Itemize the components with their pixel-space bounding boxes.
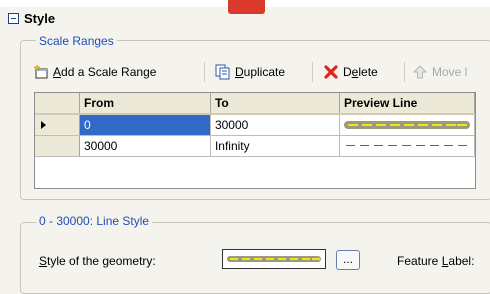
current-row-arrow-icon xyxy=(41,121,46,129)
add-scale-range-label: dd a Scale Range xyxy=(61,65,157,79)
add-scale-range-button[interactable]: Add a Scale Range xyxy=(33,63,156,81)
move-up-button[interactable]: Move l xyxy=(412,63,467,81)
grid-corner-cell xyxy=(35,93,80,115)
geometry-style-preview[interactable] xyxy=(222,249,326,269)
scale-range-table: From To Preview Line 0 30000 30000 Infin… xyxy=(35,93,475,157)
column-header-preview-line[interactable]: Preview Line xyxy=(339,93,475,115)
section-title: Style xyxy=(24,11,56,26)
duplicate-icon xyxy=(215,64,230,80)
add-scale-range-mnemonic: A xyxy=(53,65,62,79)
table-row[interactable]: 0 30000 xyxy=(35,114,475,136)
geometry-style-label-text: tyle of the geometry: xyxy=(47,254,156,268)
line-style-legend: 0 - 30000: Line Style xyxy=(36,214,153,228)
geometry-style-mnemonic: S xyxy=(39,254,48,268)
row-selector-current[interactable] xyxy=(35,114,80,136)
from-cell[interactable]: 0 xyxy=(79,114,211,136)
duplicate-button[interactable]: Duplicate xyxy=(215,63,285,81)
geometry-line-swatch xyxy=(227,256,321,262)
collapse-icon[interactable] xyxy=(8,13,19,24)
to-cell[interactable]: 30000 xyxy=(210,114,340,136)
feature-label-label: Feature Label: xyxy=(397,254,474,268)
column-header-to[interactable]: To xyxy=(210,93,340,115)
grid-header-row: From To Preview Line xyxy=(35,93,475,115)
toolbar-separator xyxy=(312,62,313,82)
line-preview-green-dashed xyxy=(344,145,470,147)
table-row[interactable]: 30000 Infinity xyxy=(35,135,475,157)
add-scale-range-icon xyxy=(33,64,48,79)
edit-geometry-style-button[interactable]: ... xyxy=(336,250,360,270)
scale-ranges-legend: Scale Ranges xyxy=(36,34,117,48)
toolbar-separator xyxy=(404,62,405,82)
toolbar-separator xyxy=(204,62,205,82)
preview-line-cell xyxy=(339,135,475,157)
from-cell[interactable]: 30000 xyxy=(79,135,211,157)
delete-button[interactable]: Delete xyxy=(323,63,378,81)
line-preview-yellow-dashed xyxy=(343,121,470,129)
preview-line-cell xyxy=(339,114,475,136)
scale-range-grid[interactable]: From To Preview Line 0 30000 30000 Infin… xyxy=(34,92,476,189)
move-up-label: Move l xyxy=(432,65,468,79)
duplicate-label: uplicate xyxy=(243,65,286,79)
style-section-header: Style xyxy=(6,10,490,28)
column-header-from[interactable]: From xyxy=(79,93,211,115)
row-selector[interactable] xyxy=(35,135,80,157)
delete-x-icon xyxy=(324,65,338,79)
to-cell[interactable]: Infinity xyxy=(210,135,340,157)
geometry-style-label: Style of the geometry: xyxy=(39,254,156,268)
feature-label-text-start: Feature xyxy=(397,254,442,268)
feature-label-text-end: abel: xyxy=(448,254,475,268)
duplicate-mnemonic: D xyxy=(235,65,244,79)
up-arrow-icon xyxy=(412,65,428,79)
delete-label-start: D xyxy=(343,65,352,79)
delete-label-end: lete xyxy=(358,65,378,79)
